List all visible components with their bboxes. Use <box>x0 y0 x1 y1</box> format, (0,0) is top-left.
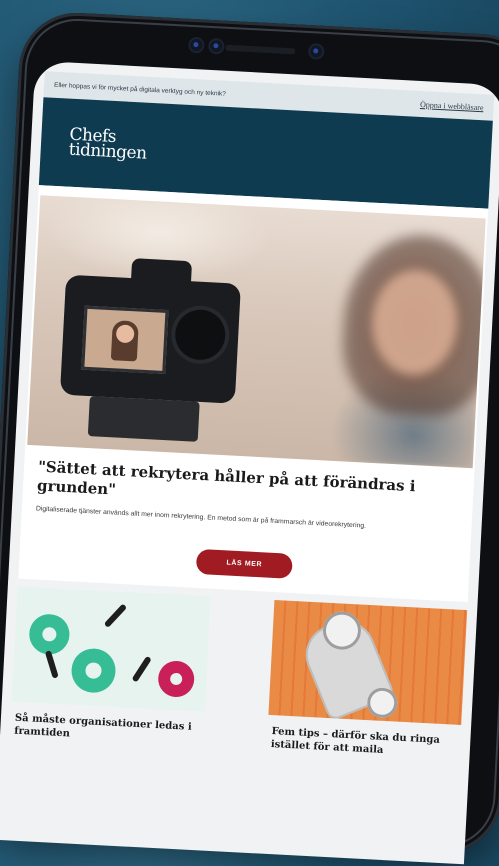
gear-icon <box>28 613 71 656</box>
figure-icon <box>103 603 128 629</box>
phone-device: Eller hoppas vi för mycket på digitala v… <box>0 10 499 865</box>
read-more-button[interactable]: LÄS MER <box>195 548 293 579</box>
article-card-title[interactable]: Fem tips – därför ska du ringa istället … <box>271 725 461 761</box>
preheader-text: Eller hoppas vi för mycket på digitala v… <box>53 81 227 98</box>
gears-illustration[interactable] <box>11 586 211 712</box>
figure-icon <box>44 650 59 679</box>
chefstidningen-logo[interactable]: Chefs tidningen <box>68 125 148 164</box>
open-in-browser-link[interactable]: Öppna i webbläsare <box>420 99 484 111</box>
figure-icon <box>131 655 152 683</box>
article-card[interactable]: Fem tips – därför ska du ringa istället … <box>267 600 468 761</box>
telephone-illustration[interactable] <box>268 600 468 725</box>
email-screen: Eller hoppas vi för mycket på digitala v… <box>0 60 499 865</box>
camera-top <box>130 258 193 290</box>
logo-line2: tidningen <box>68 139 148 164</box>
phone-receiver-icon <box>366 687 398 719</box>
hero-image[interactable] <box>27 195 486 469</box>
gear-icon <box>70 647 117 694</box>
article-card[interactable]: Så måste organisationer ledas i framtide… <box>10 586 211 748</box>
gear-icon <box>157 660 196 698</box>
article-card-title[interactable]: Så måste organisationer ledas i framtide… <box>14 712 204 748</box>
camera-lcd <box>81 305 169 374</box>
camera-illustration <box>59 258 241 404</box>
camera-lens <box>173 308 227 362</box>
hero-article: "Sättet att rekrytera håller på att förä… <box>18 185 489 603</box>
article-cards: Så måste organisationer ledas i framtide… <box>10 579 468 761</box>
tripod <box>87 396 200 442</box>
